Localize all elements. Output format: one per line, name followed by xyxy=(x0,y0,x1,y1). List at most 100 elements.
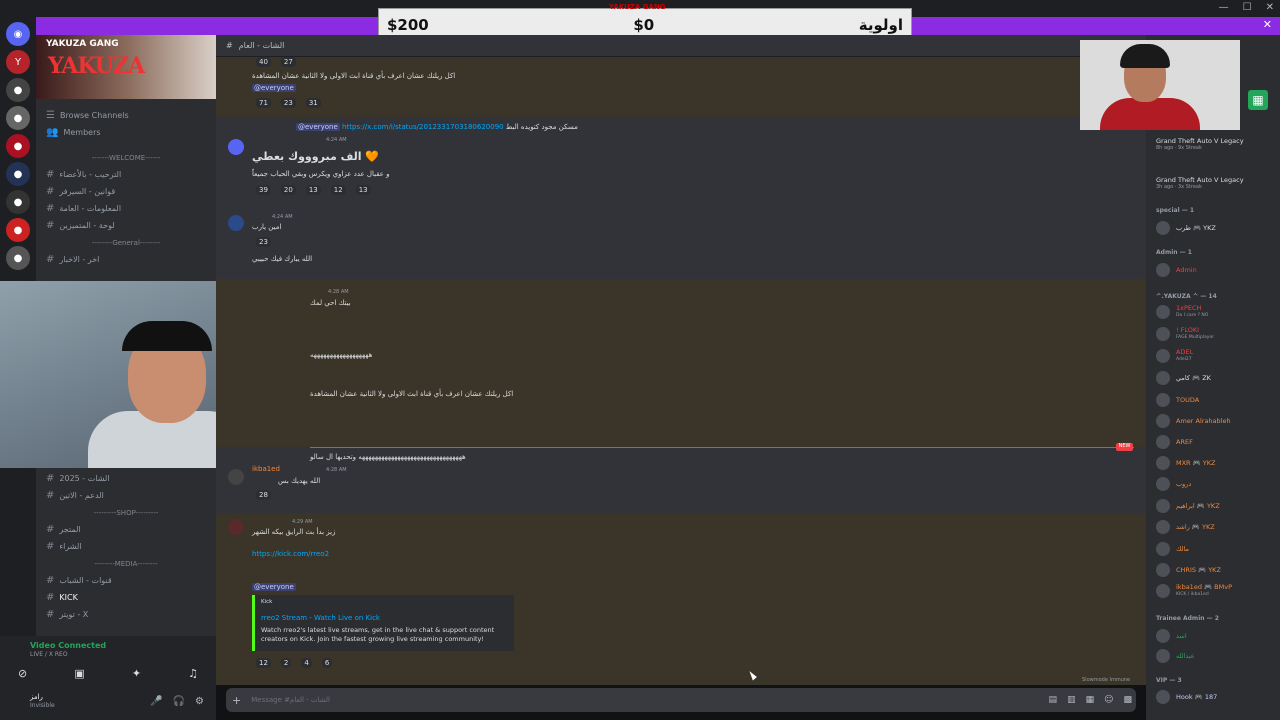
reaction[interactable]: 39 xyxy=(256,185,271,195)
channel-item[interactable]: # تويتر - X xyxy=(36,606,216,623)
member-row[interactable]: CHRIS 🎮 YKZ xyxy=(1156,561,1276,579)
member-row[interactable]: عبدالله xyxy=(1156,647,1276,665)
member-row[interactable]: ikba1ed 🎮 BMvP KICK / ikba1ed xyxy=(1156,582,1276,600)
emoji-icon[interactable]: ☺ xyxy=(1104,695,1113,705)
reaction[interactable]: 6 xyxy=(321,658,333,668)
member-row[interactable]: دروب xyxy=(1156,475,1276,493)
gift-icon[interactable]: ▤ xyxy=(1049,695,1058,705)
avatar[interactable] xyxy=(228,519,244,535)
server-icon[interactable]: ● xyxy=(6,246,30,270)
reaction[interactable]: 13 xyxy=(355,185,371,195)
reaction[interactable]: 31 xyxy=(305,98,321,108)
add-attachment-icon[interactable]: + xyxy=(232,694,241,707)
server-icon[interactable]: ● xyxy=(6,190,30,214)
apps-icon[interactable]: ▩ xyxy=(1123,695,1132,705)
home-icon[interactable]: ◉ xyxy=(6,22,30,46)
composer-tools: ▤ ▥ ▦ ☺ ▩ xyxy=(1049,695,1132,705)
channel-item[interactable]: # اخر - الاخبار xyxy=(36,251,216,268)
kick-link[interactable]: https://kick.com/rreo2 xyxy=(252,550,329,558)
activity-card[interactable]: Grand Theft Auto V Legacy 3h ago · 3x St… xyxy=(1156,176,1244,190)
server-icon[interactable]: ● xyxy=(6,218,30,242)
category-shop[interactable]: ---------SHOP--------- xyxy=(36,504,216,521)
microphone-icon[interactable]: 🎤 xyxy=(150,696,162,707)
members-link[interactable]: 👥 Members xyxy=(36,124,216,141)
avatar xyxy=(1156,371,1170,385)
category-general[interactable]: --------General-------- xyxy=(36,234,216,251)
member-row[interactable]: MXR 🎮 YKZ xyxy=(1156,454,1276,472)
message-composer[interactable]: + Message #الشات - العام ▤ ▥ ▦ ☺ ▩ xyxy=(226,688,1136,712)
soundboard-icon[interactable]: ♫ xyxy=(188,667,198,680)
channel-item-kick[interactable]: # KICK xyxy=(36,589,216,606)
category-welcome[interactable]: -------WELCOME------ xyxy=(36,149,216,166)
server-icon[interactable]: ● xyxy=(6,162,30,186)
embed-title[interactable]: rreo2 Stream - Watch Live on Kick xyxy=(261,614,508,622)
channel-item[interactable]: # الشات - 2025 xyxy=(36,470,216,487)
browse-channels[interactable]: ☰ Browse Channels xyxy=(36,107,216,124)
channel-item[interactable]: # لوحة - المتميزين xyxy=(36,217,216,234)
member-row[interactable]: ! FLOKI FAGE Multiplayer xyxy=(1156,325,1276,343)
reaction[interactable]: 12 xyxy=(330,185,346,195)
server-banner: YAKUZA GANG YAKUZA xyxy=(36,35,216,99)
server-icon[interactable]: ● xyxy=(6,106,30,130)
avatar[interactable] xyxy=(228,139,244,155)
settings-gear-icon[interactable]: ⚙ xyxy=(195,696,204,707)
member-row[interactable]: TOUDA xyxy=(1156,391,1276,409)
reaction[interactable]: 28 xyxy=(256,490,271,500)
reaction[interactable]: 40 xyxy=(256,57,271,67)
activity-card[interactable]: Grand Theft Auto V Legacy 8h ago · 9x St… xyxy=(1156,137,1244,151)
server-icon[interactable]: ● xyxy=(6,78,30,102)
reaction[interactable]: 20 xyxy=(280,185,296,195)
channel-item[interactable]: # قوانين - السيرفر xyxy=(36,183,216,200)
minimize-icon[interactable]: — xyxy=(1219,2,1229,13)
member-row[interactable]: Hook 🎮 187 xyxy=(1156,688,1276,706)
member-row[interactable]: ADEL Adel27 xyxy=(1156,347,1276,365)
reaction[interactable]: 12 xyxy=(256,658,271,668)
member-row[interactable]: AREF xyxy=(1156,433,1276,451)
tweet-link[interactable]: https://x.com/i/status/20123317031806200… xyxy=(342,123,504,131)
reaction[interactable]: 27 xyxy=(280,57,296,67)
message-input[interactable]: Message #الشات - العام xyxy=(251,696,330,704)
member-row[interactable]: اسد xyxy=(1156,627,1276,645)
headphones-icon[interactable]: 🎧 xyxy=(173,696,185,707)
channel-item[interactable]: # قنوات - الشباب xyxy=(36,572,216,589)
author-name[interactable]: ikba1ed xyxy=(252,465,280,473)
member-row[interactable]: 1xPECH Do I care ? NO xyxy=(1156,303,1276,321)
category-media[interactable]: --------MEDIA-------- xyxy=(36,555,216,572)
member-row[interactable]: كامي 🎮 ZK xyxy=(1156,369,1276,387)
member-row[interactable]: Admin xyxy=(1156,261,1276,279)
gif-icon[interactable]: ▥ xyxy=(1067,695,1076,705)
member-row[interactable]: طرب 🎮 YKZ xyxy=(1156,219,1276,237)
member-row[interactable]: مالك xyxy=(1156,540,1276,558)
member-row[interactable]: Amer Alrahableh xyxy=(1156,412,1276,430)
reaction[interactable]: 23 xyxy=(280,98,296,108)
server-name: YAKUZA GANG xyxy=(46,39,119,49)
sticker-icon[interactable]: ▦ xyxy=(1086,695,1095,705)
reaction[interactable]: 23 xyxy=(256,237,271,247)
activity-icon[interactable]: ✦ xyxy=(132,667,141,680)
reaction[interactable]: 13 xyxy=(305,185,321,195)
link-embed[interactable]: Kick rreo2 Stream - Watch Live on Kick W… xyxy=(252,595,514,651)
channel-item[interactable]: # المعلومات - العامة xyxy=(36,200,216,217)
overlay-close-icon[interactable]: ✕ xyxy=(1263,18,1272,31)
reaction[interactable]: 4 xyxy=(301,658,312,668)
avatar[interactable] xyxy=(228,215,244,231)
camera-off-icon[interactable]: ⊘ xyxy=(18,667,27,680)
server-icon[interactable]: Y xyxy=(6,50,30,74)
reaction[interactable]: 71 xyxy=(256,98,271,108)
member-row[interactable]: راشد 🎮 YKZ xyxy=(1156,518,1276,536)
avatar[interactable] xyxy=(228,469,244,485)
hash-icon: # xyxy=(46,575,55,586)
grid-app-icon[interactable]: ▦ xyxy=(1248,90,1268,110)
channel-item[interactable]: # الدعم - الاتين xyxy=(36,487,216,504)
screen-share-icon[interactable]: ▣ xyxy=(74,667,84,680)
channel-item[interactable]: # المتجر xyxy=(36,521,216,538)
channel-item[interactable]: # الترحيب - بالأعضاء xyxy=(36,166,216,183)
everyone-mention[interactable]: @everyone xyxy=(252,583,296,591)
server-icon[interactable]: ● xyxy=(6,134,30,158)
channel-item[interactable]: # الشراء xyxy=(36,538,216,555)
reaction[interactable]: 2 xyxy=(280,658,292,668)
member-row[interactable]: ابراهيم 🎮 YKZ xyxy=(1156,497,1276,515)
close-icon[interactable]: ✕ xyxy=(1266,2,1274,13)
maximize-icon[interactable]: ☐ xyxy=(1243,2,1252,13)
everyone-mention[interactable]: @everyone xyxy=(252,84,296,92)
